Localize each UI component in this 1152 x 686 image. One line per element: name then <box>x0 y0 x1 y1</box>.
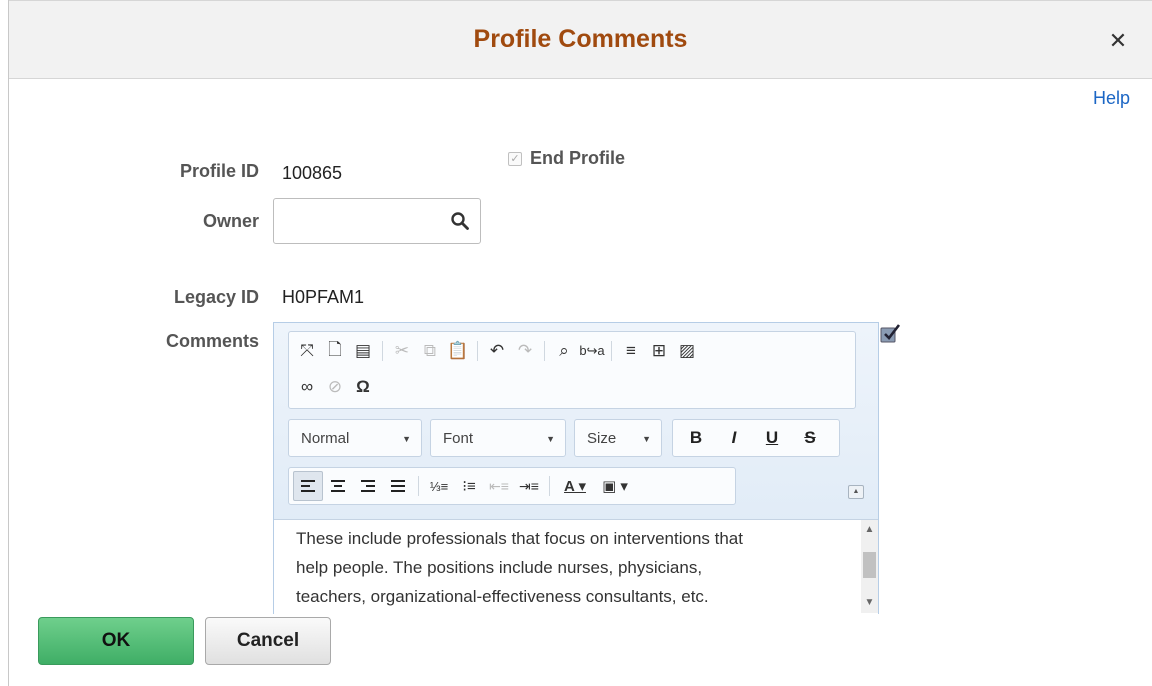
dialog-title: Profile Comments <box>473 25 688 53</box>
italic-button[interactable]: I <box>715 428 753 448</box>
end-profile-field: ✓ End Profile <box>508 148 625 169</box>
owner-field <box>273 198 481 244</box>
paste-icon[interactable]: 📋 <box>444 338 472 364</box>
preview-icon[interactable]: 🗋 <box>321 338 349 364</box>
toolbar-separator <box>477 341 478 361</box>
legacy-id-label: Legacy ID <box>173 287 259 307</box>
horizontal-rule-icon[interactable]: ≡ <box>617 338 645 364</box>
chevron-down-icon: ▼ <box>546 434 555 444</box>
maximize-icon[interactable]: ⤧ <box>293 338 321 364</box>
print-icon[interactable]: ▤ <box>349 338 377 364</box>
close-icon[interactable]: ✕ <box>1106 29 1130 53</box>
scroll-up-icon[interactable]: ▲ <box>861 522 878 538</box>
editor-text-line: teachers, organizational-effectiveness c… <box>296 587 709 606</box>
end-profile-checkbox[interactable]: ✓ <box>508 151 522 166</box>
editor-scrollbar[interactable]: ▲ ▼ <box>861 520 878 613</box>
font-dropdown-value: Font <box>443 430 474 447</box>
table-icon[interactable]: ⊞ <box>645 338 673 364</box>
font-dropdown[interactable]: Font ▼ <box>430 419 566 457</box>
editor-text[interactable]: These include professionals that focus o… <box>296 524 836 611</box>
image-icon[interactable]: ▨ <box>673 338 701 364</box>
cancel-button[interactable]: Cancel <box>205 617 331 665</box>
size-dropdown-value: Size <box>587 430 617 447</box>
scrollbar-thumb[interactable] <box>863 552 876 578</box>
editor-toolbar-main: ⤧ 🗋 ▤ ✂ ⧉ 📋 ↶ ↷ ⌕ b↪a ≡ ⊞ ▨ ∞ ⊘ Ω <box>288 331 856 409</box>
spellcheck-icon[interactable] <box>879 322 903 346</box>
numbered-list-icon[interactable]: ⅓≡ <box>424 471 454 501</box>
toolbar-separator <box>549 476 550 496</box>
help-link[interactable]: Help <box>1093 88 1130 109</box>
ok-button[interactable]: OK <box>38 617 194 665</box>
search-icon[interactable] <box>450 211 470 231</box>
cut-icon[interactable]: ✂ <box>388 338 416 364</box>
align-left-icon[interactable] <box>293 471 323 501</box>
justify-icon[interactable] <box>383 471 413 501</box>
toolbar-separator <box>382 341 383 361</box>
end-profile-label: End Profile <box>530 148 626 168</box>
rich-text-editor: ⤧ 🗋 ▤ ✂ ⧉ 📋 ↶ ↷ ⌕ b↪a ≡ ⊞ ▨ ∞ ⊘ Ω Normal… <box>273 322 879 614</box>
comments-label: Comments <box>165 331 259 351</box>
size-dropdown[interactable]: Size ▼ <box>574 419 662 457</box>
scroll-down-icon[interactable]: ▼ <box>861 595 878 611</box>
decrease-indent-icon[interactable]: ⇤≡ <box>484 471 514 501</box>
legacy-id-value: H0PFAM1 <box>282 287 365 307</box>
special-char-icon[interactable]: Ω <box>349 374 377 400</box>
editor-content-area[interactable]: These include professionals that focus o… <box>274 519 878 614</box>
owner-label: Owner <box>202 211 259 231</box>
profile-comments-dialog: Profile Comments ✕ Help Profile ID 10086… <box>8 0 1152 686</box>
replace-icon[interactable]: b↪a <box>578 338 606 364</box>
paragraph-toolbar: ⅓≡ ⁝≡ ⇤≡ ⇥≡ A ▾ ▣ ▾ <box>288 467 736 505</box>
strikethrough-button[interactable]: S <box>791 428 829 448</box>
editor-text-line: These include professionals that focus o… <box>296 529 743 548</box>
profile-id-value: 100865 <box>282 163 343 183</box>
format-dropdown[interactable]: Normal ▼ <box>288 419 422 457</box>
align-right-icon[interactable] <box>353 471 383 501</box>
underline-button[interactable]: U <box>753 428 791 448</box>
profile-id-label: Profile ID <box>179 161 259 181</box>
link-icon[interactable]: ∞ <box>293 374 321 400</box>
align-center-icon[interactable] <box>323 471 353 501</box>
chevron-down-icon: ▼ <box>402 434 411 444</box>
undo-icon[interactable]: ↶ <box>483 338 511 364</box>
bold-button[interactable]: B <box>677 428 715 448</box>
format-buttons: B I U S <box>672 419 840 457</box>
chevron-down-icon: ▼ <box>642 434 651 444</box>
copy-icon[interactable]: ⧉ <box>416 338 444 364</box>
text-color-icon[interactable]: A ▾ <box>555 471 595 501</box>
increase-indent-icon[interactable]: ⇥≡ <box>514 471 544 501</box>
toolbar-separator <box>611 341 612 361</box>
bulleted-list-icon[interactable]: ⁝≡ <box>454 471 484 501</box>
redo-icon[interactable]: ↷ <box>511 338 539 364</box>
toolbar-separator <box>544 341 545 361</box>
owner-input[interactable] <box>280 205 440 237</box>
toolbar-separator <box>418 476 419 496</box>
collapse-toolbar-button[interactable]: ▲ <box>848 485 864 499</box>
dialog-header: Profile Comments ✕ <box>9 0 1152 79</box>
unlink-icon[interactable]: ⊘ <box>321 374 349 400</box>
bg-color-icon[interactable]: ▣ ▾ <box>595 471 635 501</box>
format-dropdown-value: Normal <box>301 430 350 447</box>
find-icon[interactable]: ⌕ <box>550 338 578 364</box>
editor-text-line: help people. The positions include nurse… <box>296 558 703 577</box>
